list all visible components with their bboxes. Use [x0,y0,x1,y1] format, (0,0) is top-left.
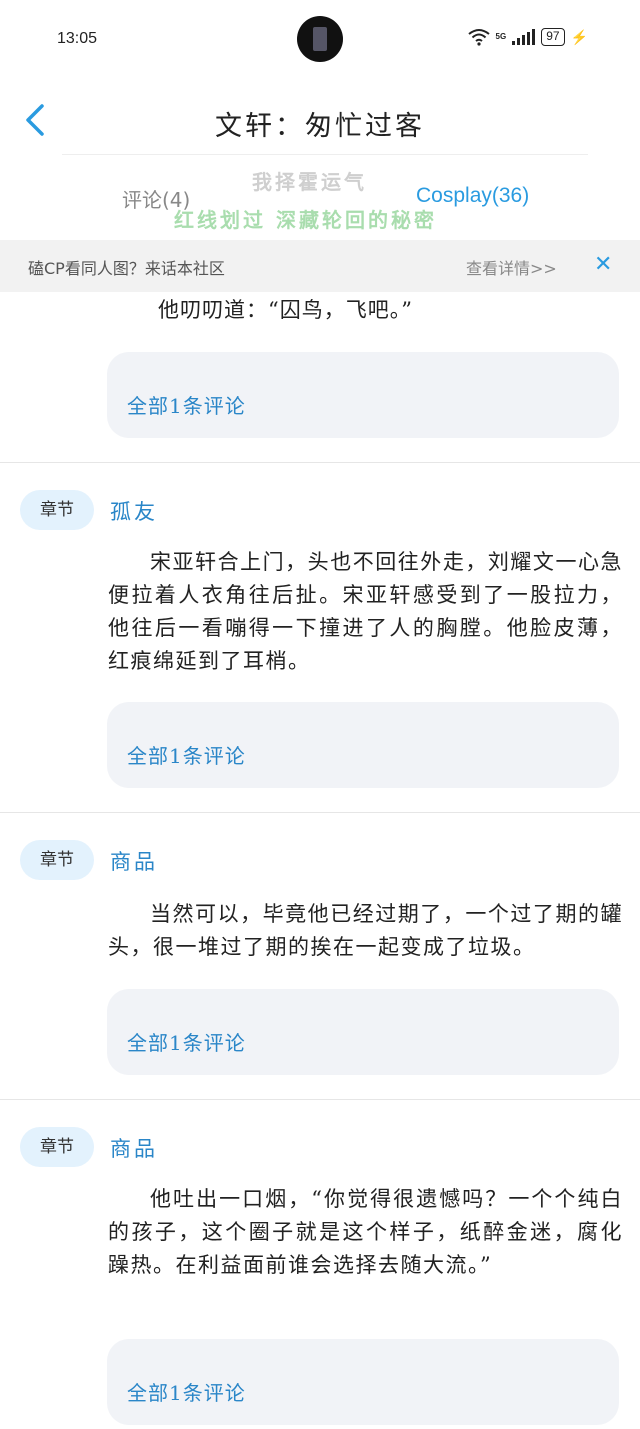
comment-box[interactable]: 全部1条评论 [107,1339,619,1425]
chapter-title[interactable]: 孤友 [110,496,158,526]
all-comments-link[interactable]: 全部1条评论 [127,740,246,769]
close-icon[interactable]: ✕ [594,252,612,277]
status-time: 13:05 [57,30,98,47]
chapter-tag: 章节 [20,490,94,530]
front-camera [297,16,343,62]
chapter-tag: 章节 [20,1127,94,1167]
entry-divider [0,812,640,813]
chapter-title[interactable]: 商品 [110,846,158,876]
header-divider [62,154,588,155]
chapter-excerpt: 他吐出一口烟，“你觉得很遗憾吗？一个个纯白的孩子，这个圈子就是这个样子，纸醉金迷… [108,1187,623,1277]
signal-icon [512,29,536,45]
battery-icon: 97 [541,28,565,46]
nav-header: 文轩：匆忙过客 [0,80,640,160]
comment-box[interactable]: 全部1条评论 [107,989,619,1075]
page-title: 文轩：匆忙过客 [215,111,425,142]
comment-box[interactable]: 全部1条评论 [107,702,619,788]
tab-bar: 我择霍运气 评论(4) Cosplay(36) 红线划过 深藏轮回的秘密 [0,160,640,240]
top-quote-text: 他叨叨道：“囚鸟，飞吧。” [158,298,413,322]
watermark-line-2: 红线划过 深藏轮回的秘密 [174,208,437,232]
chapter-tag: 章节 [20,840,94,880]
banner-more-link[interactable]: 查看详情>> [466,255,557,279]
status-icons: 5G 97 ⚡ [467,28,588,46]
status-bar: 13:05 5G 97 ⚡ [0,0,640,80]
network-label: 5G [495,32,507,41]
chapter-title[interactable]: 商品 [110,1133,158,1163]
entry-divider [0,1099,640,1100]
promo-banner[interactable]: 磕CP看同人图？来话本社区 查看详情>> ✕ [0,240,640,292]
all-comments-link[interactable]: 全部1条评论 [127,1377,246,1406]
all-comments-link[interactable]: 全部1条评论 [127,1027,246,1056]
watermark-line-1: 我择霍运气 [252,170,367,194]
all-comments-link[interactable]: 全部1条评论 [127,390,246,419]
entry-divider [0,462,640,463]
chapter-excerpt: 当然可以，毕竟他已经过期了，一个过了期的罐头，很一堆过了期的挨在一起变成了垃圾。 [108,902,623,959]
wifi-icon [467,29,490,46]
comment-box[interactable]: 全部1条评论 [107,352,619,438]
banner-text: 磕CP看同人图？来话本社区 [28,259,225,278]
charging-icon: ⚡ [570,28,588,45]
chapter-excerpt: 宋亚轩合上门，头也不回往外走，刘耀文一心急便拉着人衣角往后扯。宋亚轩感受到了一股… [108,550,623,673]
